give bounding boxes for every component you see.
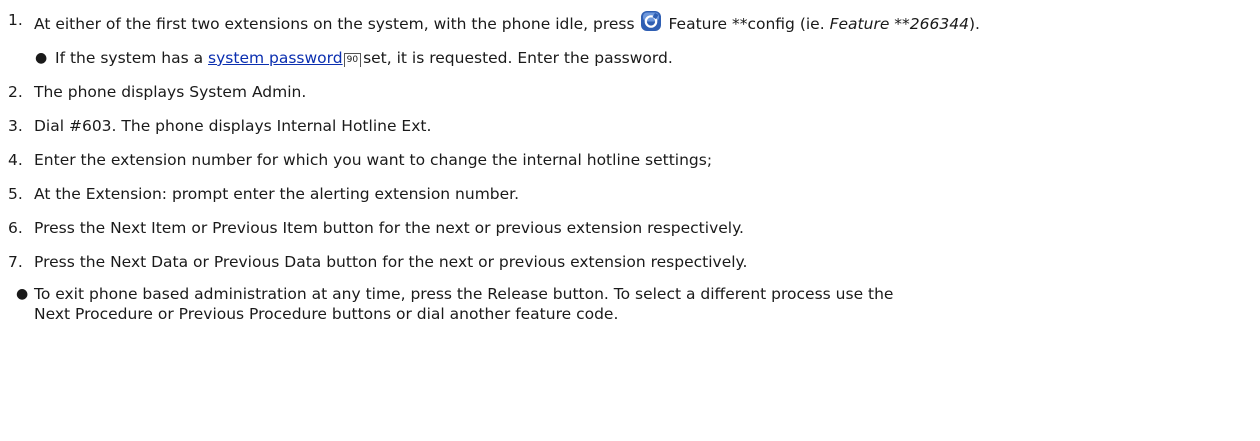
- exit-note: ● To exit phone based administration at …: [8, 284, 1260, 324]
- feature-button-icon: [640, 10, 662, 32]
- step-number: 7.: [8, 253, 23, 271]
- step-6: 6. Press the Next Item or Previous Item …: [8, 218, 1260, 238]
- exit-note-line-1: To exit phone based administration at an…: [34, 285, 894, 303]
- page-reference-badge[interactable]: 90: [343, 53, 362, 67]
- step-5: 5. At the Extension: prompt enter the al…: [8, 184, 1260, 204]
- step-1-text-start: At either of the first two extensions on…: [34, 15, 635, 33]
- step-text: Press the Next Data or Previous Data but…: [34, 253, 748, 271]
- bullet-icon: ●: [16, 286, 29, 302]
- exit-note-line-2: Next Procedure or Previous Procedure but…: [34, 305, 619, 323]
- step-text: At the Extension: prompt enter the alert…: [34, 185, 520, 203]
- step-number: 1.: [8, 11, 23, 29]
- step-text: Enter the extension number for which you…: [34, 151, 713, 169]
- step-1-text-mid: Feature **config (ie.: [668, 15, 825, 33]
- bullet-icon: ●: [35, 50, 48, 66]
- step-number: 4.: [8, 151, 23, 169]
- step-2: 2. The phone displays System Admin.: [8, 82, 1260, 102]
- procedure-document: 1. At either of the first two extensions…: [0, 0, 1260, 324]
- step-3: 3. Dial #603. The phone displays Interna…: [8, 116, 1260, 136]
- subnote-text-end: set, it is requested. Enter the password…: [363, 49, 673, 67]
- feature-code-example: Feature **266344: [829, 15, 969, 33]
- step-1-subnote: ● If the system has a system password 90 s…: [8, 48, 1260, 68]
- step-7: 7. Press the Next Data or Previous Data …: [8, 252, 1260, 272]
- step-1-text-end: ).: [968, 15, 980, 33]
- step-text: The phone displays System Admin.: [34, 83, 307, 101]
- step-text: Dial #603. The phone displays Internal H…: [34, 117, 432, 135]
- step-number: 6.: [8, 219, 23, 237]
- subnote-text-start: If the system has a: [55, 49, 204, 67]
- step-1: 1. At either of the first two extensions…: [8, 10, 1260, 34]
- step-number: 3.: [8, 117, 23, 135]
- system-password-link[interactable]: system password: [208, 49, 343, 67]
- step-4: 4. Enter the extension number for which …: [8, 150, 1260, 170]
- step-number: 5.: [8, 185, 23, 203]
- step-number: 2.: [8, 83, 23, 101]
- step-text: Press the Next Item or Previous Item but…: [34, 219, 744, 237]
